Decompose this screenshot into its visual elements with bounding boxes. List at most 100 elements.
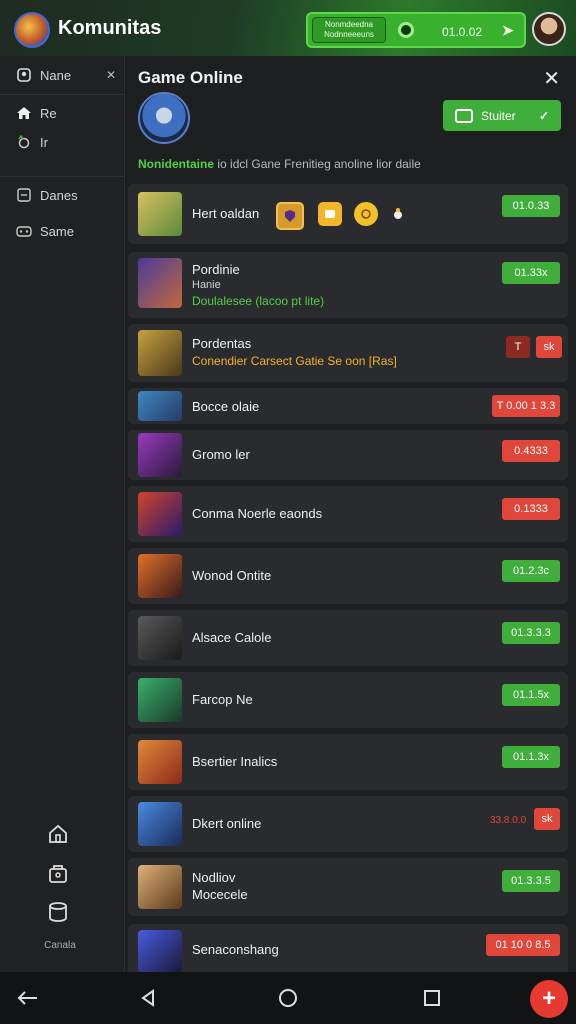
start-button[interactable]: Stuiter ✓ bbox=[443, 100, 561, 131]
game-row[interactable]: Conma Noerle eaonds 0.1333 bbox=[128, 486, 568, 542]
price-badge[interactable]: 0.1333 bbox=[502, 498, 560, 520]
target-icon bbox=[398, 22, 414, 38]
game-note: Conendier Carsect Gatie Se oon [Ras] bbox=[192, 354, 397, 368]
status-badge[interactable]: T bbox=[506, 336, 530, 358]
panel-title: Game Online bbox=[138, 68, 243, 87]
price-badge[interactable]: 01.1.5x bbox=[502, 684, 560, 706]
back-arrow-icon[interactable] bbox=[14, 984, 42, 1012]
subtitle-highlight: Nonidentaine bbox=[138, 157, 215, 171]
game-row[interactable]: Wonod Ontite 01.2.3c bbox=[128, 548, 568, 604]
sidebar-bottom-label: Canala bbox=[44, 940, 76, 951]
status-text: 33.8.0.0 bbox=[490, 815, 527, 826]
sidebar-item-ir[interactable]: Ir bbox=[0, 128, 124, 156]
sidebar-item-danes[interactable]: Danes bbox=[0, 178, 124, 212]
circle-icon bbox=[16, 134, 32, 150]
home-circle-icon[interactable] bbox=[274, 984, 302, 1012]
list-icon bbox=[16, 187, 32, 203]
game-online-panel: Game Online ✕ Stuiter ✓ Nonidentaine io … bbox=[126, 56, 576, 972]
sidebar-item-same[interactable]: Same bbox=[0, 214, 124, 248]
game-row[interactable]: Farcop Ne 01.1.5x bbox=[128, 672, 568, 728]
game-row[interactable]: Bocce olaie T 0.00 1 3.3 bbox=[128, 388, 568, 424]
sidebar-item-re[interactable]: Re bbox=[0, 96, 124, 130]
recents-square-icon[interactable] bbox=[418, 984, 446, 1012]
game-thumbnail bbox=[138, 554, 182, 598]
game-row[interactable]: Alsace Calole 01.3.3.3 bbox=[128, 610, 568, 666]
game-thumbnail bbox=[138, 740, 182, 784]
database-icon[interactable] bbox=[44, 900, 72, 924]
sidebar-item-nane[interactable]: Nane ✕ bbox=[0, 58, 124, 92]
game-subtitle: Hanie bbox=[192, 279, 221, 291]
game-row[interactable]: Pordentas Conendier Carsect Gatie Se oon… bbox=[128, 324, 568, 382]
avatar[interactable] bbox=[532, 12, 566, 46]
game-row[interactable]: Pordinie Hanie Doulalesee (lacoo pt lite… bbox=[128, 252, 568, 318]
game-row[interactable]: Nodliov Mocecele 01.3.3.5 bbox=[128, 858, 568, 916]
check-icon: ✓ bbox=[538, 108, 549, 123]
sidebar-item-label: Ir bbox=[40, 134, 48, 150]
game-title: Hert oaldan bbox=[192, 206, 260, 221]
game-thumbnail bbox=[138, 616, 182, 660]
home-outline-icon[interactable] bbox=[44, 822, 72, 846]
sidebar-item-label: Danes bbox=[40, 187, 78, 203]
game-title: Bocce olaie bbox=[192, 399, 260, 414]
price-badge[interactable]: 01.1.3x bbox=[502, 746, 560, 768]
game-thumbnail bbox=[138, 391, 182, 421]
game-title: Bsertier Inalics bbox=[192, 754, 278, 769]
price-badge[interactable]: T 0.00 1 3.3 bbox=[492, 395, 560, 417]
hero-avatar bbox=[138, 92, 190, 144]
price-badge[interactable]: sk bbox=[534, 808, 560, 830]
banner-value: 01.0.02 bbox=[442, 25, 483, 39]
game-title: Nodliov bbox=[192, 870, 236, 885]
app-title: Komunitas bbox=[58, 17, 162, 39]
shield-icon bbox=[276, 202, 304, 230]
game-thumbnail bbox=[138, 433, 182, 477]
game-title: Gromo ler bbox=[192, 447, 250, 462]
game-thumbnail bbox=[138, 492, 182, 536]
game-row[interactable]: Dkert online 33.8.0.0 sk bbox=[128, 796, 568, 852]
sidebar-item-label: Nane bbox=[40, 67, 72, 83]
game-thumbnail bbox=[138, 930, 182, 972]
game-row[interactable]: Gromo ler 0.4333 bbox=[128, 430, 568, 480]
game-title: Conma Noerle eaonds bbox=[192, 506, 323, 521]
price-badge[interactable]: 01.33x bbox=[502, 262, 560, 284]
price-badge[interactable]: 01.3.3.5 bbox=[502, 870, 560, 892]
panel-subtitle: Nonidentaine io idcl Gane Frenitieg anol… bbox=[138, 157, 421, 171]
box-icon[interactable] bbox=[44, 862, 72, 886]
game-row[interactable]: Hert oaldan 01.0.33 bbox=[128, 184, 568, 244]
gamepad-icon bbox=[455, 108, 473, 123]
price-badge[interactable]: 01.0.33 bbox=[502, 195, 560, 217]
game-title: Pordentas bbox=[192, 336, 252, 351]
game-row[interactable]: Senaconshang 01 10 0 8.5 bbox=[128, 924, 568, 972]
arrow-icon: ➤ bbox=[502, 22, 514, 38]
price-badge[interactable]: 01 10 0 8.5 bbox=[486, 934, 560, 956]
price-badge[interactable]: sk bbox=[536, 336, 562, 358]
game-thumbnail bbox=[138, 678, 182, 722]
game-thumbnail bbox=[138, 865, 182, 909]
game-row[interactable]: Bsertier Inalics 01.1.3x bbox=[128, 734, 568, 790]
price-badge[interactable]: 01.2.3c bbox=[502, 560, 560, 582]
subtitle-text: io idcl Gane Frenitieg anoline lior dail… bbox=[217, 157, 421, 171]
app-logo[interactable] bbox=[14, 12, 50, 48]
add-button[interactable]: + bbox=[530, 980, 568, 1018]
user-icon bbox=[16, 67, 32, 83]
close-icon[interactable]: ✕ bbox=[543, 66, 560, 91]
home-icon bbox=[16, 105, 32, 121]
sidebar-item-label: Re bbox=[40, 105, 57, 121]
close-icon[interactable]: ✕ bbox=[106, 68, 116, 82]
gamepad-icon bbox=[16, 223, 32, 239]
game-title: Pordinie bbox=[192, 262, 240, 277]
divider bbox=[0, 176, 124, 177]
game-title: Alsace Calole bbox=[192, 630, 272, 645]
price-badge[interactable]: 01.3.3.3 bbox=[502, 622, 560, 644]
back-triangle-icon[interactable] bbox=[134, 984, 162, 1012]
sidebar: Nane ✕ Re Ir Danes Same Canala bbox=[0, 56, 125, 972]
divider bbox=[0, 94, 124, 95]
game-title: Senaconshang bbox=[192, 942, 279, 957]
coin-icon bbox=[354, 202, 378, 226]
game-subtitle: Mocecele bbox=[192, 887, 248, 902]
price-badge[interactable]: 0.4333 bbox=[502, 440, 560, 462]
sidebar-item-label: Same bbox=[40, 223, 74, 239]
promo-banner[interactable]: Nonmdeedna Nodnneeeuns 01.0.02 ➤ bbox=[306, 12, 526, 48]
game-thumbnail bbox=[138, 802, 182, 846]
system-nav-bar bbox=[0, 972, 576, 1024]
start-button-label: Stuiter bbox=[481, 108, 516, 123]
